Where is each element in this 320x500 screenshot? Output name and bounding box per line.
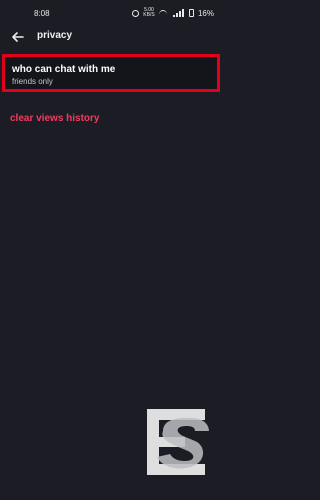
who-can-chat-setting[interactable]: who can chat with me friends only xyxy=(2,54,220,92)
top-app-bar: privacy xyxy=(0,26,224,48)
watermark-logo xyxy=(147,409,209,475)
network-speed: 5.00 KB/S xyxy=(143,7,155,18)
battery-icon xyxy=(188,9,194,17)
signal-icon xyxy=(172,9,185,17)
setting-value: friends only xyxy=(12,77,53,86)
status-bar: 8:08 5.00 KB/S 16% xyxy=(0,0,224,26)
back-button[interactable] xyxy=(8,27,28,47)
status-time: 8:08 xyxy=(34,8,50,18)
wifi-icon xyxy=(158,9,169,17)
battery-percentage: 16% xyxy=(197,8,214,18)
clear-views-history-button[interactable]: clear views history xyxy=(10,113,100,124)
alarm-icon xyxy=(131,9,139,17)
status-icons: 5.00 KB/S 16% xyxy=(131,8,214,18)
arrow-left-icon xyxy=(12,32,24,42)
setting-title: who can chat with me xyxy=(12,64,116,75)
page-title: privacy xyxy=(37,30,73,41)
